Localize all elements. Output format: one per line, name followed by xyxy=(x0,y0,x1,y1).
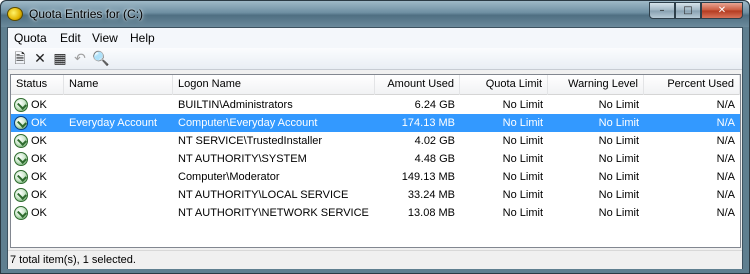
cell-name xyxy=(64,132,173,150)
find-icon[interactable]: 🔍 xyxy=(92,51,109,67)
table-row[interactable]: OK NT SERVICE\TrustedInstaller 4.02 GB No L… xyxy=(11,132,740,150)
new-entry-icon[interactable]: 🗎 xyxy=(12,51,28,67)
table-row[interactable]: OK NT AUTHORITY\LOCAL SERVICE 33.24 MB No L… xyxy=(11,186,740,204)
cell-warning-level: No Limit xyxy=(598,171,639,183)
table-row[interactable]: OK BUILTIN\Administrators 6.24 GB No Limit N… xyxy=(11,96,740,114)
cell-name: Everyday Account xyxy=(69,117,158,129)
cell-logon-name: Computer\Everyday Account xyxy=(178,117,318,129)
window-title: Quota Entries for (C:) xyxy=(29,7,144,21)
cell-quota-limit: No Limit xyxy=(502,117,543,129)
cell-logon-name: NT AUTHORITY\SYSTEM xyxy=(178,153,307,165)
cell-amount-used: 4.48 GB xyxy=(414,153,455,165)
close-button[interactable]: ✕ xyxy=(701,2,743,19)
quota-entries-list[interactable]: Status Name Logon Name Amount Used Quota… xyxy=(10,74,741,248)
menu-help[interactable]: Help xyxy=(130,31,155,45)
table-row[interactable]: OK Everyday Account Computer\Everyday Acco… xyxy=(11,114,740,132)
quota-entries-window: Quota Entries for (C:) – □ ✕ Quota Edit … xyxy=(0,0,750,274)
cell-warning-level: No Limit xyxy=(598,99,639,111)
cell-quota-limit: No Limit xyxy=(502,207,543,219)
cell-amount-used: 13.08 MB xyxy=(407,207,455,219)
quota-app-icon xyxy=(7,7,23,21)
cell-quota-limit: No Limit xyxy=(502,153,543,165)
cell-quota-limit: No Limit xyxy=(502,189,543,201)
cell-logon-name: NT AUTHORITY\LOCAL SERVICE xyxy=(178,189,349,201)
status-ok-icon xyxy=(14,206,28,220)
cell-percent-used: N/A xyxy=(716,207,735,219)
cell-name xyxy=(64,204,173,222)
cell-warning-level: No Limit xyxy=(598,207,639,219)
properties-icon[interactable]: ▦ xyxy=(52,51,68,67)
cell-percent-used: N/A xyxy=(716,99,735,111)
column-warning-level[interactable]: Warning Level xyxy=(548,75,644,95)
table-row[interactable]: OK NT AUTHORITY\NETWORK SERVICE 13.08 MB No… xyxy=(11,204,740,222)
window-controls: – □ ✕ xyxy=(649,2,743,20)
undo-icon[interactable]: ↶ xyxy=(72,51,88,67)
cell-percent-used: N/A xyxy=(716,135,735,147)
cell-percent-used: N/A xyxy=(716,117,735,129)
status-bar: 7 total item(s), 1 selected. xyxy=(8,250,742,269)
cell-logon-name: NT SERVICE\TrustedInstaller xyxy=(178,135,323,147)
table-row[interactable]: OK Computer\Moderator 149.13 MB No Limit No … xyxy=(11,168,740,186)
cell-logon-name: Computer\Moderator xyxy=(178,171,280,183)
cell-percent-used: N/A xyxy=(716,153,735,165)
status-ok-icon xyxy=(14,98,28,112)
cell-warning-level: No Limit xyxy=(598,153,639,165)
cell-warning-level: No Limit xyxy=(598,117,639,129)
cell-quota-limit: No Limit xyxy=(502,135,543,147)
menu-view[interactable]: View xyxy=(92,31,118,45)
status-ok-icon xyxy=(14,116,28,130)
menu-quota[interactable]: Quota xyxy=(14,31,47,45)
cell-amount-used: 174.13 MB xyxy=(401,117,455,129)
menu-bar: Quota Edit View Help xyxy=(8,28,742,48)
cell-status: OK xyxy=(31,135,47,147)
column-logon-name[interactable]: Logon Name xyxy=(173,75,375,95)
cell-quota-limit: No Limit xyxy=(502,99,543,111)
cell-status: OK xyxy=(31,99,47,111)
status-ok-icon xyxy=(14,170,28,184)
cell-logon-name: NT AUTHORITY\NETWORK SERVICE xyxy=(178,207,369,219)
cell-quota-limit: No Limit xyxy=(502,171,543,183)
delete-icon[interactable]: ✕ xyxy=(32,51,48,67)
cell-amount-used: 4.02 GB xyxy=(414,135,455,147)
cell-logon-name: BUILTIN\Administrators xyxy=(178,99,293,111)
table-row[interactable]: OK NT AUTHORITY\SYSTEM 4.48 GB No Limit No L… xyxy=(11,150,740,168)
cell-status: OK xyxy=(31,117,47,129)
minimize-button[interactable]: – xyxy=(649,2,675,19)
maximize-button[interactable]: □ xyxy=(675,2,701,19)
cell-status: OK xyxy=(31,171,47,183)
status-ok-icon xyxy=(14,134,28,148)
cell-name xyxy=(64,186,173,204)
title-bar[interactable]: Quota Entries for (C:) – □ ✕ xyxy=(1,1,749,27)
column-percent-used[interactable]: Percent Used xyxy=(644,75,740,95)
status-ok-icon xyxy=(14,152,28,166)
column-status[interactable]: Status xyxy=(11,75,64,95)
toolbar: 🗎 ✕ ▦ ↶ 🔍 xyxy=(8,48,742,70)
column-quota-limit[interactable]: Quota Limit xyxy=(460,75,548,95)
cell-status: OK xyxy=(31,189,47,201)
cell-amount-used: 6.24 GB xyxy=(414,99,455,111)
cell-amount-used: 33.24 MB xyxy=(407,189,455,201)
cell-amount-used: 149.13 MB xyxy=(401,171,455,183)
cell-percent-used: N/A xyxy=(716,171,735,183)
column-amount-used[interactable]: Amount Used xyxy=(375,75,460,95)
cell-warning-level: No Limit xyxy=(598,189,639,201)
cell-name xyxy=(64,96,173,114)
cell-warning-level: No Limit xyxy=(598,135,639,147)
column-header: Status Name Logon Name Amount Used Quota… xyxy=(11,75,740,95)
cell-status: OK xyxy=(31,153,47,165)
cell-name xyxy=(64,168,173,186)
client-area: Quota Edit View Help 🗎 ✕ ▦ ↶ 🔍 Status Na… xyxy=(7,27,743,269)
menu-edit[interactable]: Edit xyxy=(60,31,81,45)
column-name[interactable]: Name xyxy=(64,75,173,95)
cell-status: OK xyxy=(31,207,47,219)
status-ok-icon xyxy=(14,188,28,202)
cell-name xyxy=(64,150,173,168)
cell-percent-used: N/A xyxy=(716,189,735,201)
